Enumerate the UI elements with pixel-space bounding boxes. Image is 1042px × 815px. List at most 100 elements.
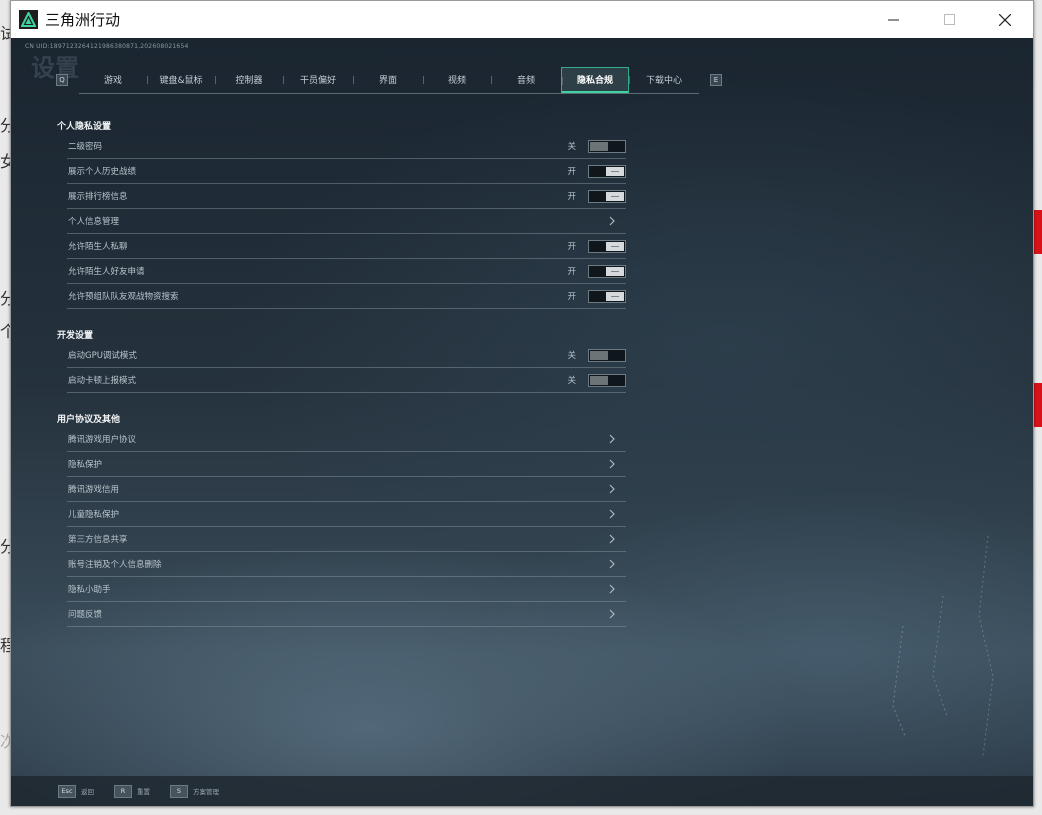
hint-label: 重置 [137, 788, 150, 796]
prev-tab-key[interactable]: Q [56, 74, 68, 86]
setting-label: 展示排行榜信息 [68, 192, 128, 202]
toggle-state-text: 关 [567, 351, 576, 361]
setting-label: 隐私小助手 [68, 585, 111, 595]
hint-key: S [170, 784, 188, 798]
toggle-switch[interactable] [588, 139, 626, 153]
setting-label: 允许陌生人好友申请 [68, 267, 145, 277]
setting-row-link[interactable]: 个人信息管理 [67, 209, 626, 234]
setting-row-toggle: 启动GPU调试模式 关 [67, 343, 626, 368]
setting-row-toggle: 展示个人历史战绩 开 [67, 159, 626, 184]
toggle-knob [590, 141, 608, 151]
bottom-hint-bar: Esc 返回 R 重置 S 方案管理 [11, 776, 1033, 806]
section-title-privacy: 个人隐私设置 [57, 122, 112, 132]
setting-row-toggle: 展示排行榜信息 开 [67, 184, 626, 209]
tab-item[interactable]: 隐私合规 [561, 66, 629, 93]
setting-label: 第三方信息共享 [68, 535, 128, 545]
privacy-settings-list: 二级密码关展示个人历史战绩开展示排行榜信息开个人信息管理 允许陌生人私聊开允许陌生… [56, 134, 629, 309]
chevron-right-icon [609, 584, 615, 594]
chevron-right-icon [609, 559, 615, 569]
tab-item[interactable]: 控制器 [215, 67, 283, 93]
toggle-knob [606, 291, 624, 301]
maximize-icon [943, 14, 955, 25]
tab-item[interactable]: 音频 [491, 67, 561, 93]
bottom-hint[interactable]: R 重置 [114, 784, 150, 798]
toggle-switch[interactable] [588, 373, 626, 387]
toggle-knob [606, 191, 624, 201]
tab-item[interactable]: 下载中心 [629, 67, 699, 93]
setting-label: 儿童隐私保护 [68, 510, 120, 520]
minimize-button[interactable] [865, 1, 921, 38]
chevron-right-icon [609, 609, 615, 619]
toggle-knob [590, 350, 608, 360]
setting-label: 允许预组队队友观战物资搜索 [68, 292, 179, 302]
maximize-button[interactable] [921, 1, 977, 38]
toggle-knob [606, 241, 624, 251]
bottom-hint[interactable]: S 方案管理 [170, 784, 219, 798]
toggle-knob [606, 266, 624, 276]
minimize-icon [887, 19, 899, 21]
next-tab-key[interactable]: E [710, 74, 722, 86]
setting-row-link[interactable]: 腾讯游戏信用 [67, 477, 626, 502]
toggle-switch[interactable] [588, 239, 626, 253]
setting-row-link[interactable]: 腾讯游戏用户协议 [67, 427, 626, 452]
toggle-switch[interactable] [588, 164, 626, 178]
setting-label: 展示个人历史战绩 [68, 167, 137, 177]
toggle-switch[interactable] [588, 264, 626, 278]
setting-row-link[interactable]: 儿童隐私保护 [67, 502, 626, 527]
setting-row-toggle: 允许陌生人私聊 开 [67, 234, 626, 259]
tab-list: 游戏 键盘&鼠标 控制器 干员偏好 界面 视频 音频 隐私合规 下载中心 [79, 66, 699, 94]
setting-row-toggle: 允许预组队队友观战物资搜索 开 [67, 284, 626, 309]
toggle-switch[interactable] [588, 189, 626, 203]
settings-content: 个人隐私设置 二级密码关展示个人历史战绩开展示排行榜信息开个人信息管理 允许陌生人… [56, 120, 629, 627]
section-title-dev: 开发设置 [57, 331, 94, 341]
setting-label: 腾讯游戏用户协议 [68, 435, 137, 445]
setting-row-link[interactable]: 第三方信息共享 [67, 527, 626, 552]
tab-item[interactable]: 游戏 [79, 67, 147, 93]
setting-row-toggle: 二级密码 关 [67, 134, 626, 159]
setting-label: 账号注销及个人信息删除 [68, 560, 162, 570]
build-id: CN UID:1897123264121986380871,2026080216… [25, 43, 189, 50]
close-icon [999, 13, 1011, 26]
title-bar[interactable]: 三角洲行动 [11, 1, 1033, 38]
setting-label: 启动卡顿上报模式 [68, 376, 137, 386]
tab-item[interactable]: 界面 [353, 67, 423, 93]
tab-item[interactable]: 干员偏好 [283, 67, 353, 93]
close-button[interactable] [977, 1, 1033, 38]
setting-label: 允许陌生人私聊 [68, 242, 128, 252]
dev-settings-list: 启动GPU调试模式关启动卡顿上报模式关 [56, 343, 629, 393]
toggle-state-text: 开 [567, 192, 576, 202]
tab-item[interactable]: 键盘&鼠标 [147, 67, 215, 93]
agreements-list: 腾讯游戏用户协议 隐私保护腾讯游戏信用 儿童隐私保护 第三方信息共享账号注销及个人信息… [56, 427, 629, 627]
chevron-right-icon [609, 509, 615, 519]
tab-item[interactable]: 视频 [423, 67, 491, 93]
chevron-right-icon [609, 434, 615, 444]
chevron-right-icon [609, 459, 615, 469]
hint-label: 返回 [81, 788, 94, 796]
setting-row-toggle: 启动卡顿上报模式 关 [67, 368, 626, 393]
setting-row-link[interactable]: 账号注销及个人信息删除 [67, 552, 626, 577]
hint-key: Esc [58, 784, 76, 798]
bottom-hint[interactable]: Esc 返回 [58, 784, 94, 798]
window-title: 三角洲行动 [45, 11, 121, 29]
setting-label: 问题反馈 [68, 610, 103, 620]
toggle-state-text: 开 [567, 242, 576, 252]
chevron-right-icon [609, 534, 615, 544]
setting-label: 隐私保护 [68, 460, 103, 470]
setting-label: 腾讯游戏信用 [68, 485, 120, 495]
hint-label: 方案管理 [193, 788, 219, 796]
setting-row-link[interactable]: 问题反馈 [67, 602, 626, 627]
toggle-state-text: 开 [567, 167, 576, 177]
setting-row-link[interactable]: 隐私保护 [67, 452, 626, 477]
app-logo-icon [19, 10, 38, 29]
game-window: 三角洲行动 设置 CN UID:1897123264121986380871,2… [10, 0, 1034, 807]
toggle-state-text: 开 [567, 292, 576, 302]
toggle-knob [590, 375, 608, 385]
setting-label: 二级密码 [68, 142, 103, 152]
toggle-state-text: 关 [567, 376, 576, 386]
settings-screen: 设置 CN UID:1897123264121986380871,2026080… [11, 38, 1033, 806]
setting-label: 启动GPU调试模式 [68, 351, 137, 361]
toggle-switch[interactable] [588, 348, 626, 362]
setting-row-link[interactable]: 隐私小助手 [67, 577, 626, 602]
toggle-state-text: 关 [567, 142, 576, 152]
toggle-switch[interactable] [588, 289, 626, 303]
